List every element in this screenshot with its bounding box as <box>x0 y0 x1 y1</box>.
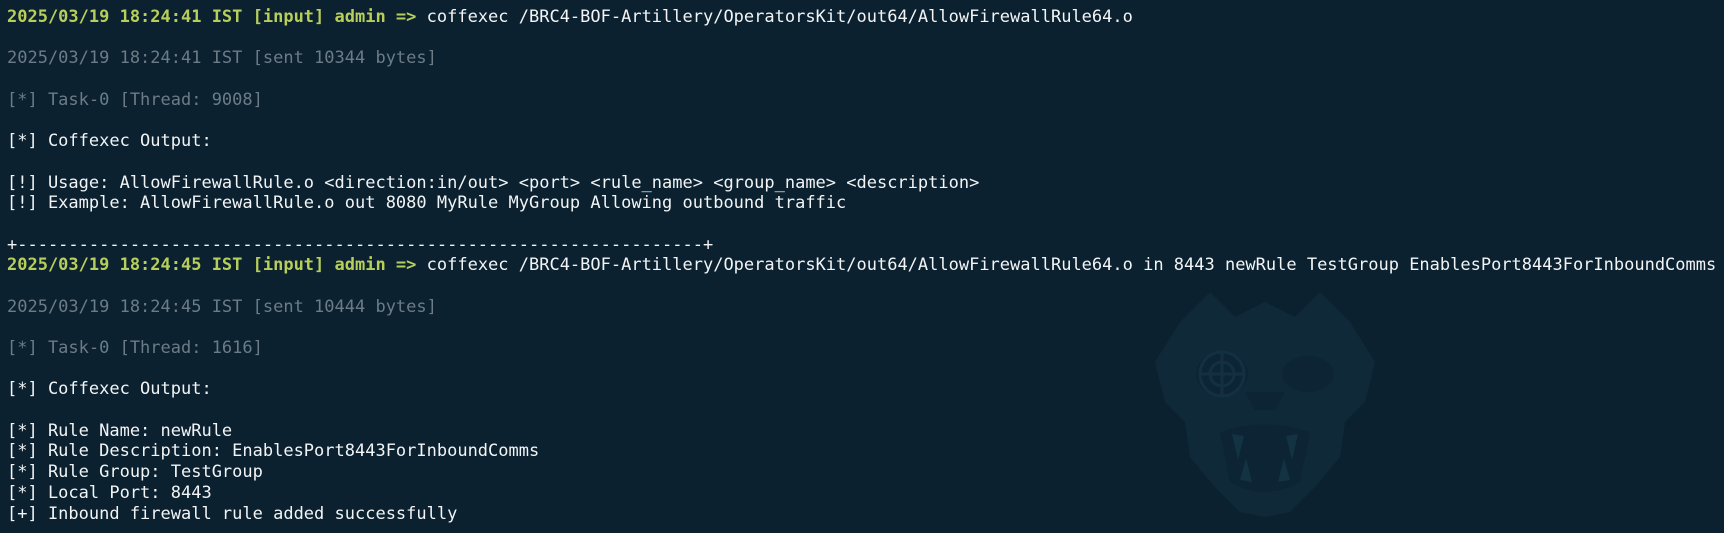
command-prefix: 2025/03/19 18:24:45 IST [input] admin => <box>7 255 417 276</box>
output-line: [!] Example: AllowFirewallRule.o out 808… <box>7 193 847 214</box>
output-header: [*] Coffexec Output: <box>7 379 212 400</box>
output-line: [*] Local Port: 8443 <box>7 482 212 503</box>
output-line: [*] Rule Description: EnablesPort8443For… <box>7 441 540 462</box>
watermark-svg <box>1155 292 1375 517</box>
command-line: 2025/03/19 18:24:45 IST [input] admin =>… <box>7 255 1724 276</box>
command-prefix: 2025/03/19 18:24:41 IST [input] admin => <box>7 7 417 27</box>
task-line: [*] Task-0 [Thread: 9008] <box>7 89 263 110</box>
beast-face-watermark-icon <box>1140 282 1390 517</box>
output-line: [*] Rule Name: newRule <box>7 420 233 441</box>
output-line: [!] Usage: AllowFirewallRule.o <directio… <box>7 172 980 193</box>
command-text: coffexec /BRC4-BOF-Artillery/OperatorsKi… <box>416 255 1717 276</box>
command-line: 2025/03/19 18:24:41 IST [input] admin =>… <box>7 7 1724 28</box>
sent-bytes-line: 2025/03/19 18:24:45 IST [sent 10444 byte… <box>7 296 437 317</box>
terminal-output[interactable]: 2025/03/19 18:24:41 IST [input] admin =>… <box>7 7 1724 533</box>
output-line: [*] Rule Group: TestGroup <box>7 462 263 483</box>
command-text: coffexec /BRC4-BOF-Artillery/OperatorsKi… <box>416 7 1133 27</box>
sent-bytes-line: 2025/03/19 18:24:41 IST [sent 10344 byte… <box>7 48 437 69</box>
output-header: [*] Coffexec Output: <box>7 131 212 152</box>
separator-line: +---------------------------------------… <box>7 234 714 255</box>
output-line: [+] Inbound firewall rule added successf… <box>7 503 458 524</box>
task-line: [*] Task-0 [Thread: 1616] <box>7 338 263 358</box>
